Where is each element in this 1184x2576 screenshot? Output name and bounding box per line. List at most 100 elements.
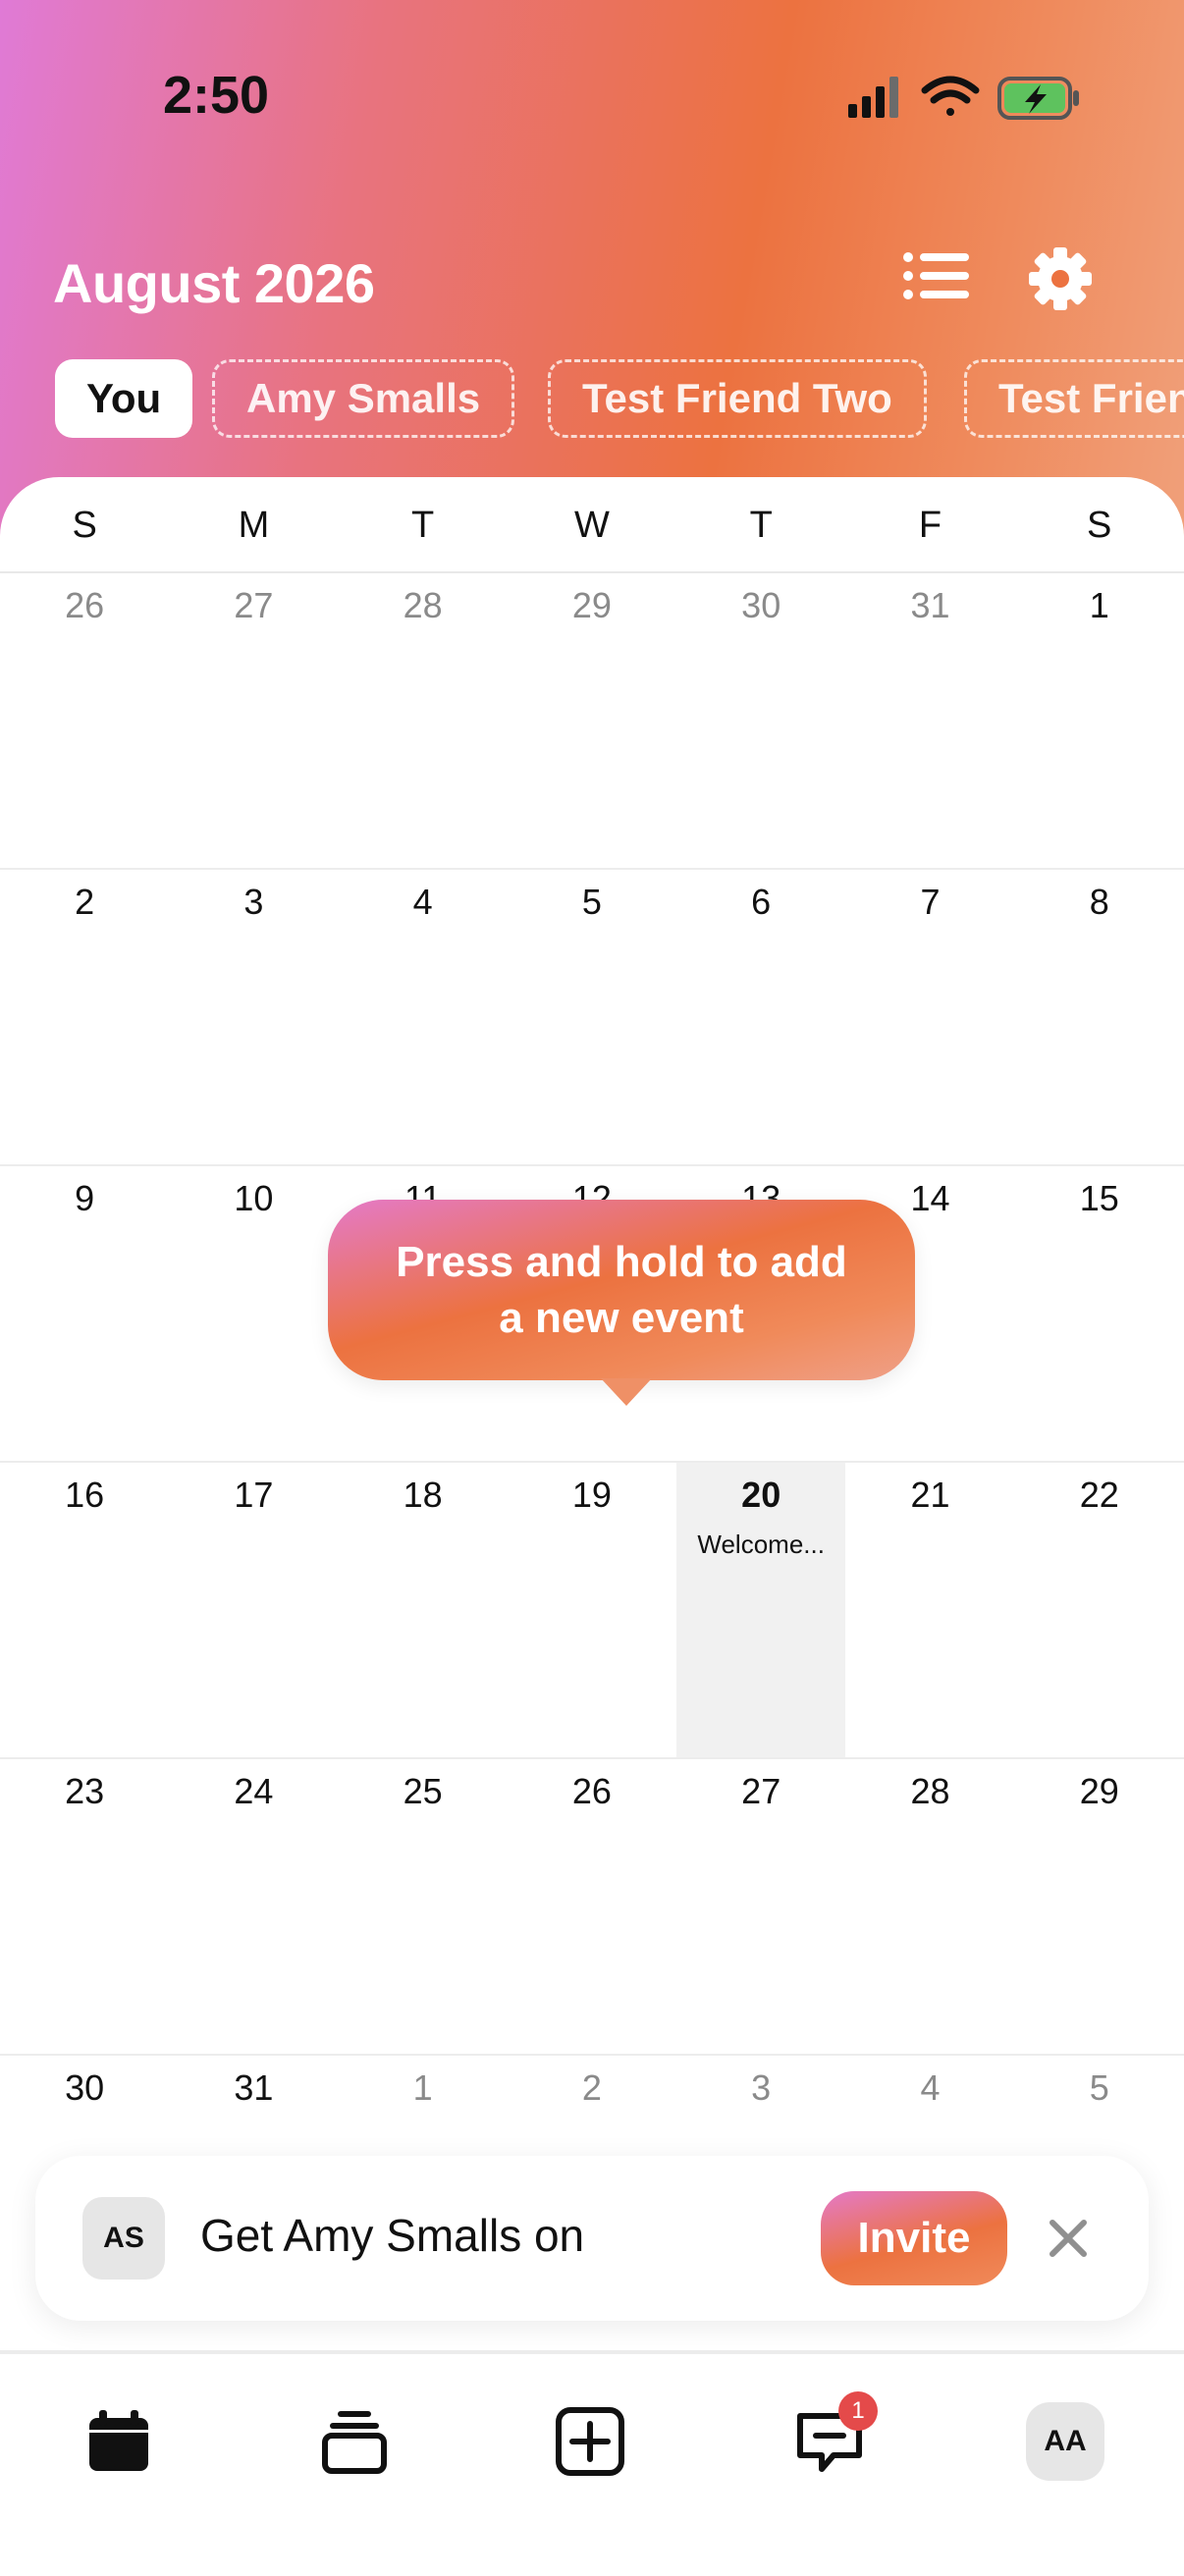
day-number: 20 — [741, 1475, 781, 1515]
day-cell[interactable]: 15 — [1015, 1166, 1184, 1461]
day-cell[interactable]: 5 — [508, 870, 676, 1164]
day-number: 30 — [65, 2067, 105, 2108]
stack-icon — [322, 2411, 387, 2474]
day-number: 2 — [581, 2067, 602, 2108]
event-label[interactable]: Welcome... — [676, 1530, 845, 1560]
tab-stack[interactable] — [310, 2397, 399, 2486]
chip-amy-smalls[interactable]: Amy Smalls — [212, 359, 515, 438]
day-cell[interactable]: 22 — [1015, 1463, 1184, 1757]
day-cell[interactable]: 30 — [676, 573, 845, 868]
day-number: 2 — [75, 882, 95, 922]
battery-icon — [997, 77, 1079, 120]
day-number: 5 — [1089, 2067, 1109, 2108]
day-number: 4 — [412, 882, 433, 922]
day-number: 25 — [403, 1771, 443, 1811]
weekday-label: S — [1087, 505, 1112, 546]
day-number: 10 — [234, 1178, 274, 1218]
week-row: 16 17 18 19 20 Welcome... 21 22 — [0, 1463, 1184, 1759]
tab-bar: 1 AA — [0, 2352, 1184, 2576]
day-number: 7 — [920, 882, 941, 922]
day-cell[interactable]: 18 — [339, 1463, 508, 1757]
settings-button[interactable] — [1021, 240, 1100, 318]
people-chips: You Amy Smalls Test Friend Two Test Frie… — [55, 359, 1184, 442]
tab-calendar[interactable] — [75, 2397, 163, 2486]
day-number: 28 — [910, 1771, 950, 1811]
day-cell[interactable]: 26 — [508, 1759, 676, 2054]
tab-messages[interactable]: 1 — [785, 2391, 878, 2486]
day-number: 31 — [910, 585, 950, 625]
invite-button[interactable]: Invite — [821, 2191, 1007, 2285]
month-title[interactable]: August 2026 — [53, 251, 375, 315]
day-cell[interactable]: 23 — [0, 1759, 169, 2054]
day-cell[interactable]: 4 — [339, 870, 508, 1164]
status-icons — [848, 76, 1079, 120]
day-number: 27 — [741, 1771, 781, 1811]
day-cell[interactable]: 25 — [339, 1759, 508, 2054]
day-cell[interactable]: 21 — [845, 1463, 1014, 1757]
calendar-icon — [89, 2410, 148, 2471]
day-cell[interactable]: 1 — [1015, 573, 1184, 868]
week-row: 26 27 28 29 30 31 1 — [0, 573, 1184, 870]
day-cell[interactable]: 27 — [169, 573, 338, 868]
day-number: 30 — [741, 585, 781, 625]
day-cell[interactable]: 7 — [845, 870, 1014, 1164]
day-cell[interactable]: 29 — [1015, 1759, 1184, 2054]
gear-icon — [1029, 247, 1092, 310]
day-number: 15 — [1079, 1178, 1119, 1218]
day-number: 3 — [751, 2067, 772, 2108]
day-cell[interactable]: 19 — [508, 1463, 676, 1757]
list-icon — [903, 252, 969, 299]
day-cell-today[interactable]: 20 Welcome... — [676, 1463, 846, 1757]
day-cell[interactable]: 10 — [169, 1166, 338, 1461]
day-number: 29 — [1079, 1771, 1119, 1811]
day-number: 4 — [920, 2067, 941, 2108]
day-number: 26 — [65, 585, 105, 625]
day-cell[interactable]: 8 — [1015, 870, 1184, 1164]
day-cell[interactable]: 28 — [845, 1759, 1014, 2054]
day-cell[interactable]: 16 — [0, 1463, 169, 1757]
weekday-label: F — [918, 505, 942, 546]
day-number: 22 — [1079, 1475, 1119, 1515]
avatar: AS — [82, 2197, 165, 2280]
day-number: 9 — [75, 1178, 95, 1218]
list-view-button[interactable] — [899, 242, 974, 310]
signal-icon — [848, 77, 898, 118]
day-cell[interactable]: 2 — [0, 870, 169, 1164]
weekday-label: W — [573, 505, 610, 546]
day-cell[interactable]: 29 — [508, 573, 676, 868]
tooltip-line: Press and hold to add — [396, 1237, 847, 1286]
status-time: 2:50 — [163, 66, 270, 125]
day-number: 18 — [403, 1475, 443, 1515]
wifi-icon — [921, 76, 980, 116]
chip-test-friend-two[interactable]: Test Friend Two — [548, 359, 927, 438]
day-number: 5 — [581, 882, 602, 922]
day-cell[interactable]: 27 — [676, 1759, 845, 2054]
day-number: 8 — [1089, 882, 1109, 922]
day-number: 26 — [571, 1771, 612, 1811]
day-cell[interactable]: 28 — [339, 573, 508, 868]
day-number: 28 — [403, 585, 443, 625]
week-row: 2 3 4 5 6 7 8 — [0, 870, 1184, 1166]
invite-prompt: Get Amy Smalls on — [200, 2210, 585, 2261]
day-cell[interactable]: 17 — [169, 1463, 338, 1757]
day-number: 6 — [751, 882, 772, 922]
day-cell[interactable]: 26 — [0, 573, 169, 868]
tab-profile[interactable]: AA — [1021, 2397, 1109, 2486]
day-number: 24 — [234, 1771, 274, 1811]
day-cell[interactable]: 3 — [169, 870, 338, 1164]
add-square-icon — [556, 2407, 624, 2476]
day-cell[interactable]: 6 — [676, 870, 845, 1164]
close-icon[interactable] — [1047, 2217, 1090, 2260]
chip-you[interactable]: You — [55, 359, 193, 438]
day-cell[interactable]: 24 — [169, 1759, 338, 2054]
chip-test-friend[interactable]: Test Frien — [964, 359, 1184, 438]
notification-badge: 1 — [838, 2391, 878, 2431]
tab-add[interactable] — [546, 2397, 634, 2486]
day-number: 3 — [243, 882, 264, 922]
day-cell[interactable]: 31 — [845, 573, 1014, 868]
weekday-label: S — [72, 505, 97, 546]
day-number: 29 — [571, 585, 612, 625]
day-cell[interactable]: 9 — [0, 1166, 169, 1461]
day-number: 1 — [412, 2067, 433, 2108]
day-number: 23 — [65, 1771, 105, 1811]
